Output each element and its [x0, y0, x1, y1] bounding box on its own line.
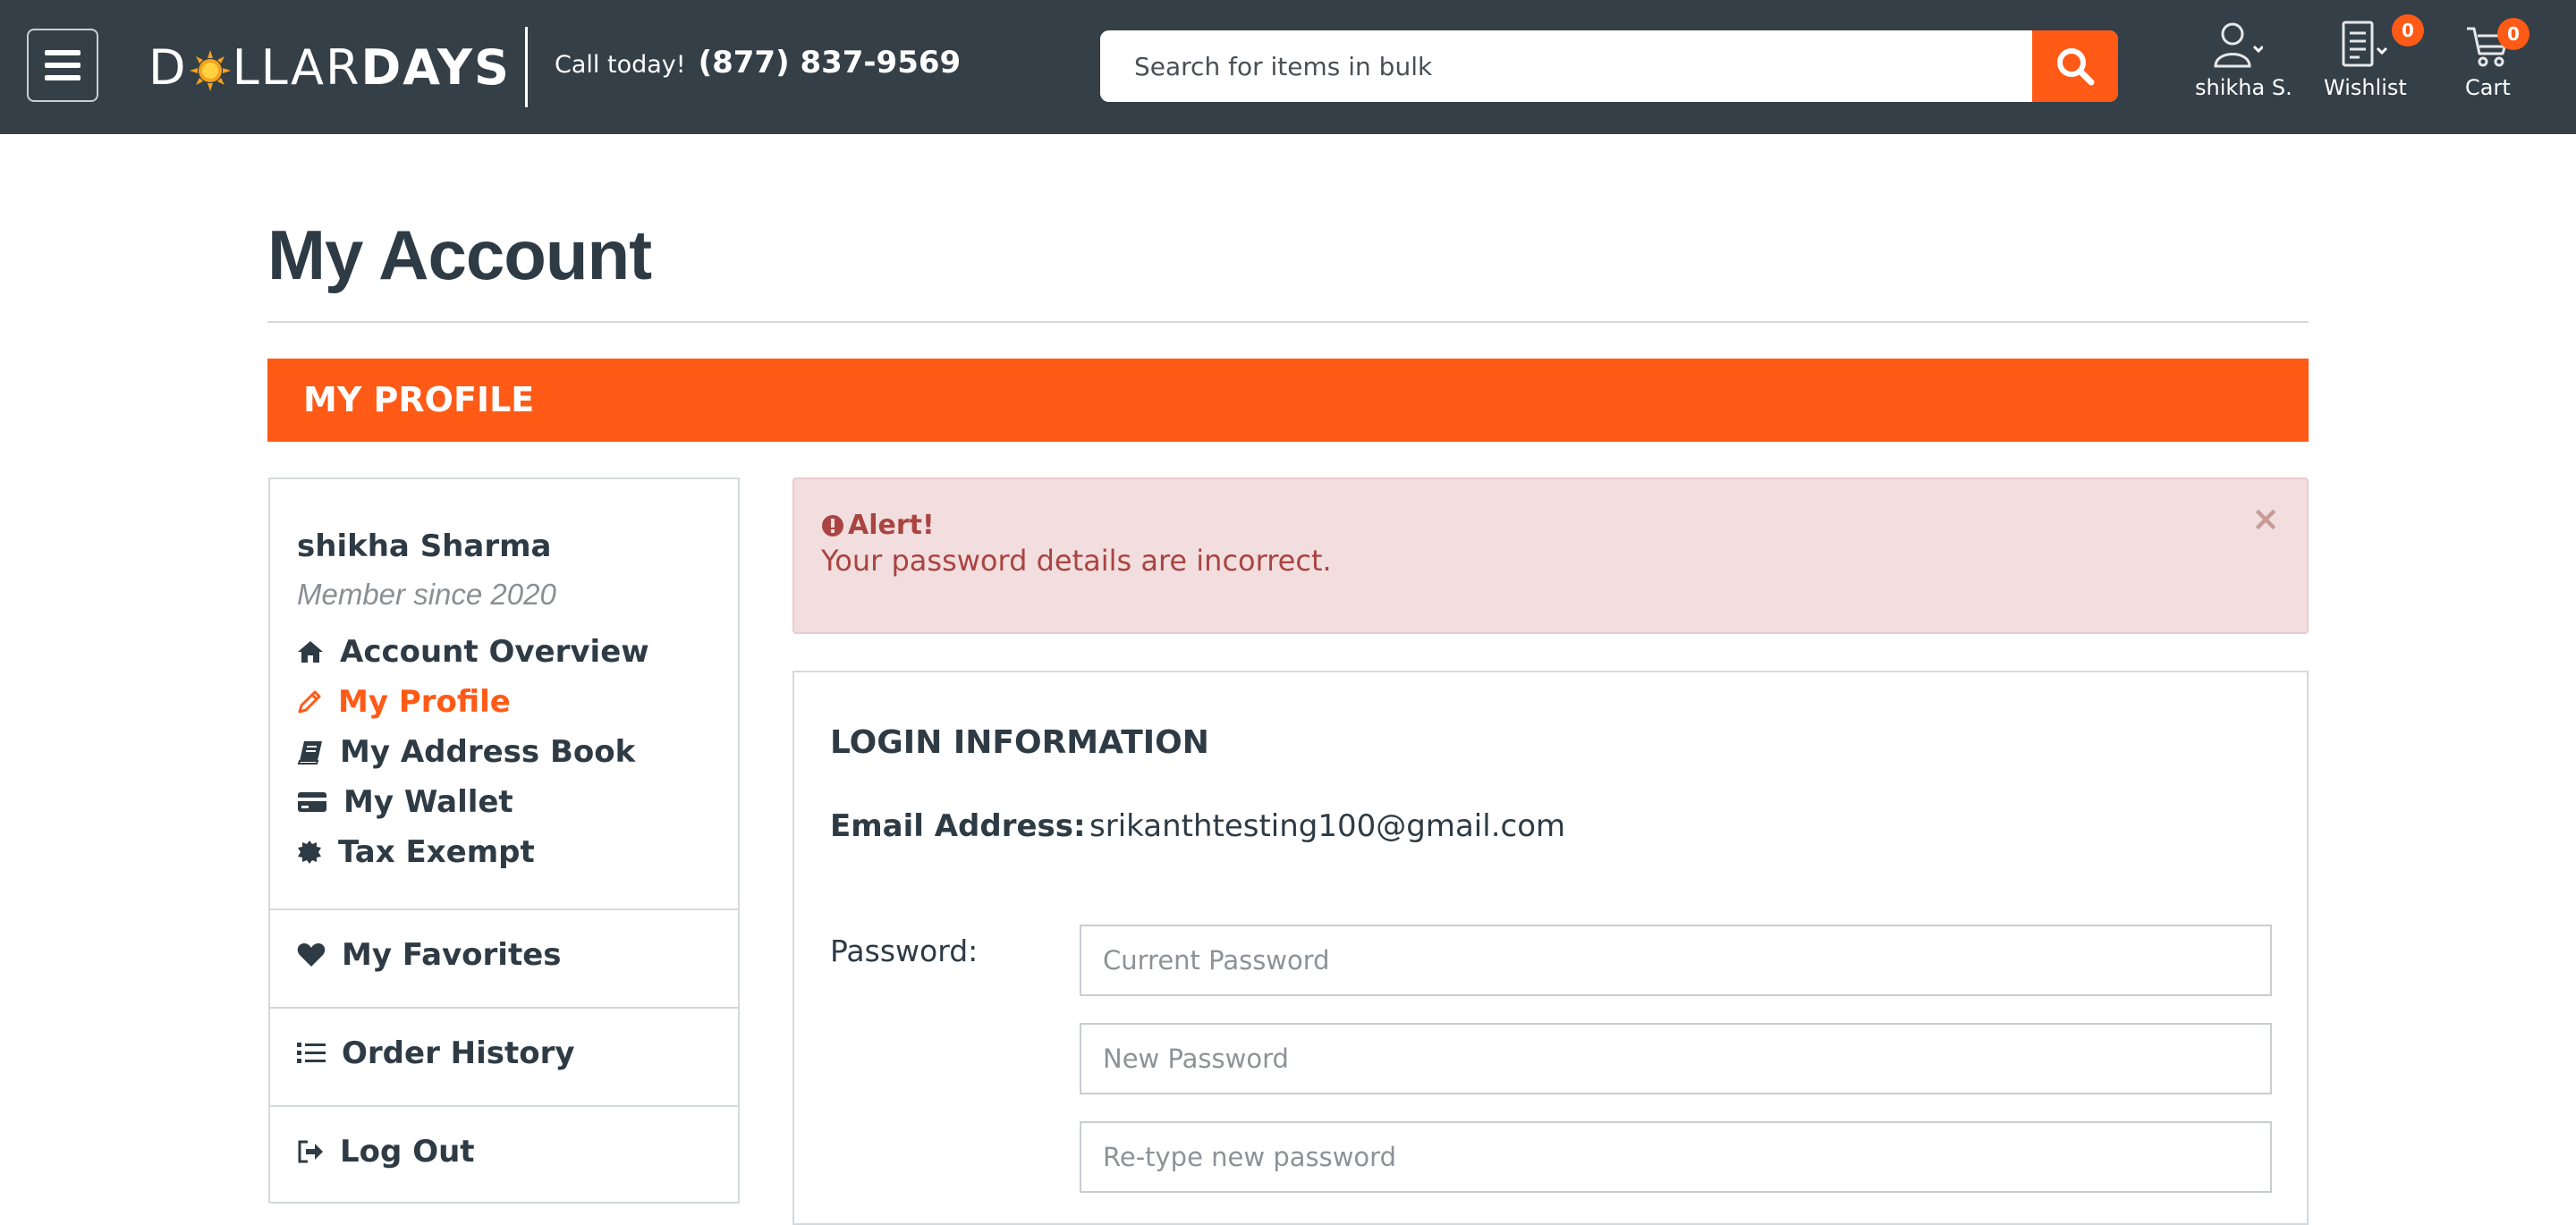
- section-banner-label: MY PROFILE: [303, 380, 535, 419]
- sidebar-item-label: Tax Exempt: [338, 834, 535, 870]
- wishlist-label: Wishlist: [2324, 75, 2407, 100]
- sidebar-item-label: My Address Book: [340, 734, 636, 770]
- retype-password-input[interactable]: [1080, 1121, 2272, 1193]
- section-banner: MY PROFILE: [267, 359, 2309, 442]
- sidebar-item-label: Order History: [342, 1035, 575, 1071]
- member-since: Member since 2020: [297, 578, 556, 611]
- wishlist-icon: [2342, 21, 2388, 67]
- login-information-panel: LOGIN INFORMATION Email Address: srikant…: [792, 671, 2309, 1225]
- sidebar-item-account-overview[interactable]: Account Overview: [297, 634, 649, 670]
- sidebar-item-label: My Profile: [338, 684, 511, 720]
- list-icon: [297, 1043, 326, 1063]
- alert-title: Alert!: [821, 510, 935, 541]
- title-divider: [267, 321, 2309, 323]
- wishlist-count-badge: 0: [2392, 14, 2424, 46]
- sidebar-item-my-wallet[interactable]: My Wallet: [297, 784, 513, 820]
- exclamation-circle-icon: [822, 514, 843, 536]
- call-today: Call today! (877) 837-9569: [555, 45, 961, 80]
- heart-icon: [297, 943, 326, 967]
- pencil-icon: [298, 690, 321, 714]
- search-icon: [2057, 48, 2095, 86]
- sidebar-item-my-favorites[interactable]: My Favorites: [297, 937, 562, 973]
- sidebar-item-label: Account Overview: [340, 634, 649, 670]
- sidebar-item-my-profile[interactable]: My Profile: [297, 684, 511, 720]
- alert-message: Your password details are incorrect.: [821, 544, 1332, 578]
- sign-out-icon: [298, 1140, 323, 1163]
- sun-icon: [189, 46, 231, 91]
- sidebar-item-label: My Wallet: [343, 784, 513, 820]
- sidebar-item-label: My Favorites: [342, 937, 562, 973]
- certificate-icon: [298, 841, 321, 864]
- sidebar-divider: [270, 1105, 738, 1107]
- user-name: shikha Sharma: [297, 528, 552, 564]
- hamburger-icon: [45, 50, 80, 55]
- login-information-heading: LOGIN INFORMATION: [830, 724, 1209, 761]
- cart-count-badge: 0: [2497, 18, 2529, 50]
- password-label: Password:: [830, 934, 979, 968]
- page-title: My Account: [267, 215, 652, 294]
- logo-divider: [525, 27, 528, 107]
- phone-number[interactable]: (877) 837-9569: [699, 45, 962, 80]
- sidebar-divider: [270, 908, 738, 910]
- account-label: shikha S.: [2195, 75, 2292, 100]
- sidebar-item-order-history[interactable]: Order History: [297, 1035, 575, 1071]
- top-navbar: D LLAR DAYS Call today! (877) 837-9569 S…: [0, 0, 2576, 134]
- alert-close-button[interactable]: ×: [2251, 499, 2280, 538]
- hamburger-menu-button[interactable]: [27, 29, 98, 102]
- sidebar-item-label: Log Out: [340, 1134, 475, 1170]
- search-input[interactable]: [1100, 30, 2032, 102]
- search-button[interactable]: [2032, 30, 2118, 102]
- sidebar-divider: [270, 1007, 738, 1009]
- sidebar-item-log-out[interactable]: Log Out: [297, 1134, 475, 1170]
- cart-label: Cart: [2465, 75, 2511, 100]
- error-alert: Alert! Your password details are incorre…: [792, 477, 2309, 634]
- home-icon: [298, 641, 323, 663]
- dollardays-logo[interactable]: D LLAR DAYS: [148, 39, 511, 96]
- email-label: Email Address:: [830, 808, 1086, 844]
- book-icon: [297, 741, 322, 765]
- current-password-input[interactable]: [1080, 925, 2272, 996]
- search-bar: [1100, 30, 2118, 102]
- call-label: Call today!: [555, 51, 686, 79]
- new-password-input[interactable]: [1080, 1023, 2272, 1094]
- credit-card-icon: [298, 792, 326, 812]
- sidebar-item-address-book[interactable]: My Address Book: [297, 734, 635, 770]
- sidebar-item-tax-exempt[interactable]: Tax Exempt: [297, 834, 535, 870]
- account-sidebar: shikha Sharma Member since 2020 Account …: [268, 477, 740, 1204]
- email-value: srikanthtesting100@gmail.com: [1089, 808, 1566, 844]
- user-icon: [2214, 22, 2263, 68]
